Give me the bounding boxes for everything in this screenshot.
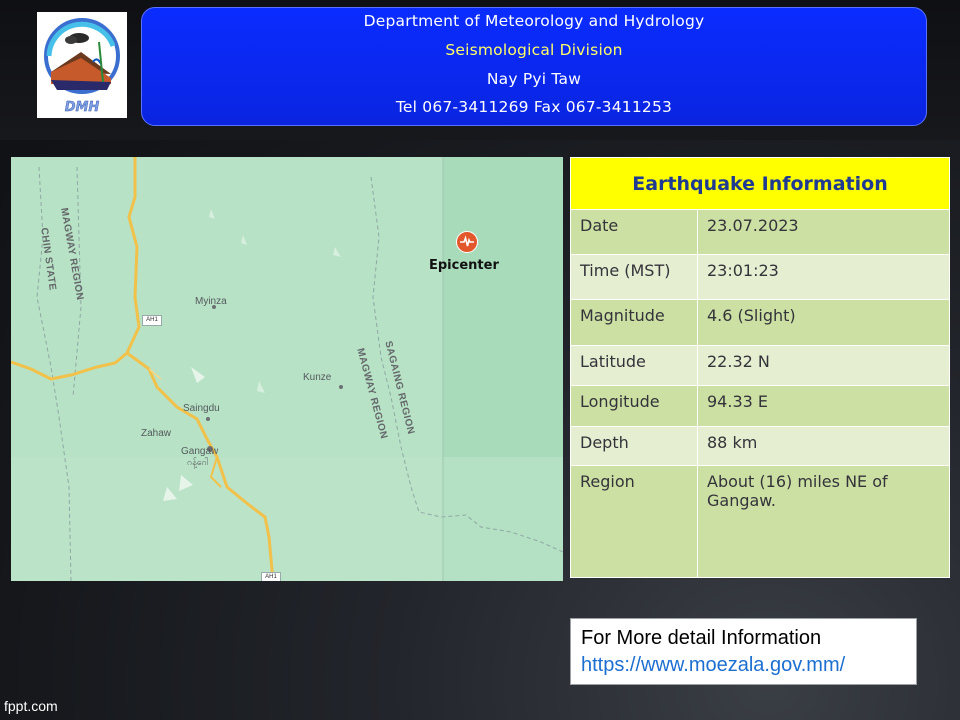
row-label-region: Region [570,465,698,578]
place-label-zahaw: Zahaw [141,428,172,439]
dmh-emblem-icon [44,18,120,94]
more-info-link[interactable]: https://www.moezala.gov.mm/ [581,652,906,679]
table-row: Time (MST) 23:01:23 [570,254,950,300]
map-canvas [11,157,563,581]
table-row: Longitude 94.33 E [570,385,950,427]
logo-text: DMH [64,100,100,115]
table-row: Region About (16) miles NE of Gangaw. [570,465,950,578]
table-row: Date 23.07.2023 [570,209,950,255]
department-name: Department of Meteorology and Hydrology [363,12,705,30]
row-value-time: 23:01:23 [697,254,950,300]
road-shield-ah1-north: AH1 [142,315,162,326]
city-name: Nay Pyi Taw [486,70,582,88]
place-label-kunze: Kunze [303,372,332,383]
row-value-longitude: 94.33 E [697,385,950,427]
table-row: Latitude 22.32 N [570,345,950,386]
row-value-region: About (16) miles NE of Gangaw. [697,465,950,578]
row-label-latitude: Latitude [570,345,698,386]
place-label-gangaw: Gangaw [181,446,219,457]
row-label-magnitude: Magnitude [570,299,698,346]
row-label-longitude: Longitude [570,385,698,427]
row-value-magnitude: 4.6 (Slight) [697,299,950,346]
earthquake-info-table: Earthquake Information Date 23.07.2023 T… [570,157,950,578]
watermark: fppt.com [4,698,58,714]
row-label-time: Time (MST) [570,254,698,300]
row-value-date: 23.07.2023 [697,209,950,255]
dmh-logo: DMH [37,12,127,118]
place-label-myinza: Myinza [195,296,227,307]
seismic-pulse-icon [460,235,474,247]
row-label-date: Date [570,209,698,255]
more-info-text: For More detail Information [581,627,822,649]
place-label-saingdu: Saingdu [183,403,220,414]
epicenter-map[interactable]: MAGWAY REGION CHIN STATE MAGWAY REGION S… [11,157,563,581]
row-label-depth: Depth [570,426,698,466]
place-label-gangaw-burmese: ဂန့်ဂေါ [187,457,209,467]
epicenter-label: Epicenter [429,258,499,273]
row-value-depth: 88 km [697,426,950,466]
more-info-box: For More detail Information https://www.… [570,618,917,685]
info-title: Earthquake Information [570,157,950,210]
table-row: Depth 88 km [570,426,950,466]
division-name: Seismological Division [445,41,623,59]
row-value-latitude: 22.32 N [697,345,950,386]
contact-line: Tel 067-3411269 Fax 067-3411253 [395,98,673,116]
table-row: Magnitude 4.6 (Slight) [570,299,950,346]
header-banner: Department of Meteorology and Hydrology … [141,7,927,126]
road-shield-ah1-south: AH1 [261,572,281,581]
epicenter-marker[interactable] [456,231,478,253]
